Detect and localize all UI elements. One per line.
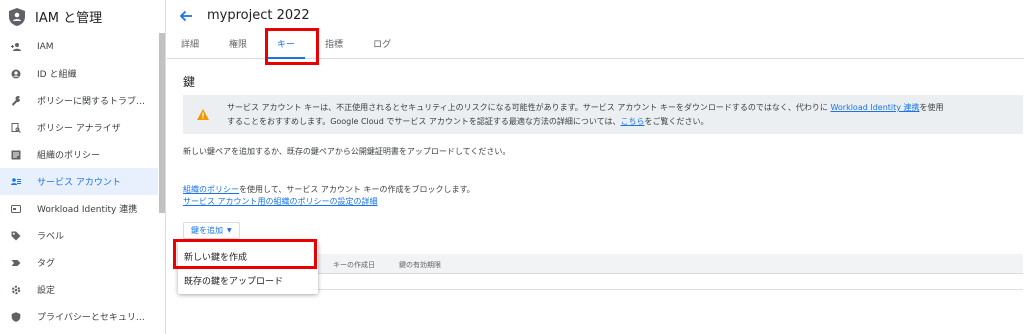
warning-text-part: を使用 [919,103,944,112]
main-panel: myproject 2022 詳細 権限 キー 指標 ログ 鍵 サービス アカウ… [167,0,1024,334]
column-header-expiry: 鍵の有効期限 [399,261,441,269]
sidebar-item-org-policies[interactable]: 組織のポリシー [0,141,158,168]
tag-icon [11,231,21,241]
warning-text: サービス アカウント キーは、不正使用されるとセキュリティ上のリスクになる可能性… [227,101,944,129]
sidebar-item-iam[interactable]: IAM [0,33,158,60]
sidebar-item-label: サービス アカウント [37,178,121,188]
back-arrow-icon[interactable] [179,9,193,23]
policy-text-part: を使用して、サービス アカウント キーの作成をブロックします。 [239,185,475,194]
tab-details[interactable]: 詳細 [181,37,199,58]
sidebar-item-label: プライバシーとセキュリ… [37,313,145,323]
add-key-button[interactable]: 鍵を追加 ▼ [183,222,240,239]
page-title: myproject 2022 [207,8,310,23]
keys-tab-highlight [265,28,319,65]
create-key-highlight [173,239,317,269]
caret-down-icon: ▼ [227,227,232,234]
card-icon [11,204,21,214]
iam-shield-icon [9,7,25,26]
sidebar-scrollbar[interactable] [159,33,165,213]
section-title: 鍵 [183,75,196,89]
sidebar-item-privacy-security[interactable]: プライバシーとセキュリ… [0,303,158,330]
app-title: IAM と管理 [35,11,103,26]
sidebar-item-labels[interactable]: ラベル [0,222,158,249]
warning-banner: サービス アカウント キーは、不正使用されるとセキュリティ上のリスクになる可能性… [183,95,1023,134]
sidebar-item-label: Workload Identity 連携 [37,205,138,215]
sidebar-item-label: タグ [37,259,56,269]
list-icon [11,150,21,160]
document-search-icon [11,122,21,133]
learn-more-link[interactable]: こちら [621,117,645,126]
service-account-icon [11,177,21,187]
sidebar-item-label: ラベル [37,232,65,242]
sidebar: IAM と管理 IAM ID と組織 ポリシーに関するトラブ… ポリシー アナラ… [0,0,166,334]
policy-text: 組織のポリシーを使用して、サービス アカウント キーの作成をブロックします。 サ… [183,184,475,208]
tab-logs[interactable]: ログ [373,37,391,58]
tab-metrics[interactable]: 指標 [325,37,343,58]
label-arrow-icon [11,258,21,268]
sidebar-item-label: ポリシー アナライザ [37,124,121,134]
sidebar-item-id-org[interactable]: ID と組織 [0,60,158,87]
sidebar-item-troubleshooter[interactable]: ポリシーに関するトラブ… [0,87,158,114]
column-header-created: キーの作成日 [333,261,375,269]
sidebar-item-service-accounts[interactable]: サービス アカウント [0,168,158,195]
sidebar-header: IAM と管理 [0,0,165,33]
sidebar-item-label: 組織のポリシー [37,151,101,161]
sidebar-item-workload-identity[interactable]: Workload Identity 連携 [0,195,158,222]
org-policy-link[interactable]: 組織のポリシー [183,185,239,194]
sidebar-item-tags[interactable]: タグ [0,249,158,276]
keys-description: 新しい鍵ペアを追加するか、既存の鍵ペアから公開鍵証明書をアップロードしてください… [183,147,511,156]
gear-icon [11,285,21,295]
shield-icon [11,311,21,322]
sidebar-item-label: ポリシーに関するトラブ… [37,97,146,107]
workload-identity-link[interactable]: Workload Identity 連携 [830,103,919,112]
wrench-icon [11,95,21,106]
warning-text-part: サービス アカウント キーは、不正使用されるとセキュリティ上のリスクになる可能性… [227,103,831,112]
sidebar-nav: IAM ID と組織 ポリシーに関するトラブ… ポリシー アナライザ 組織のポリ… [0,33,158,330]
sidebar-item-policy-analyzer[interactable]: ポリシー アナライザ [0,114,158,141]
sidebar-item-label: ID と組織 [37,70,77,80]
warning-text-part: をご覧ください。 [644,117,709,126]
top-bar: myproject 2022 [167,0,1024,31]
add-key-label: 鍵を追加 [191,226,223,235]
warning-text-part: することをおすすめします。Google Cloud でサービス アカウントを認証… [227,117,621,126]
sidebar-item-label: 設定 [37,286,56,296]
sidebar-item-label: IAM [37,41,54,52]
org-policy-details-link[interactable]: サービス アカウント用の組織のポリシーの設定の詳細 [183,197,378,206]
sidebar-item-settings[interactable]: 設定 [0,276,158,303]
person-add-icon [11,42,21,52]
menu-item-upload-existing-key[interactable]: 既存の鍵をアップロード [178,268,318,292]
account-circle-icon [11,69,21,79]
warning-icon [197,109,209,120]
tab-permissions[interactable]: 権限 [229,37,247,58]
